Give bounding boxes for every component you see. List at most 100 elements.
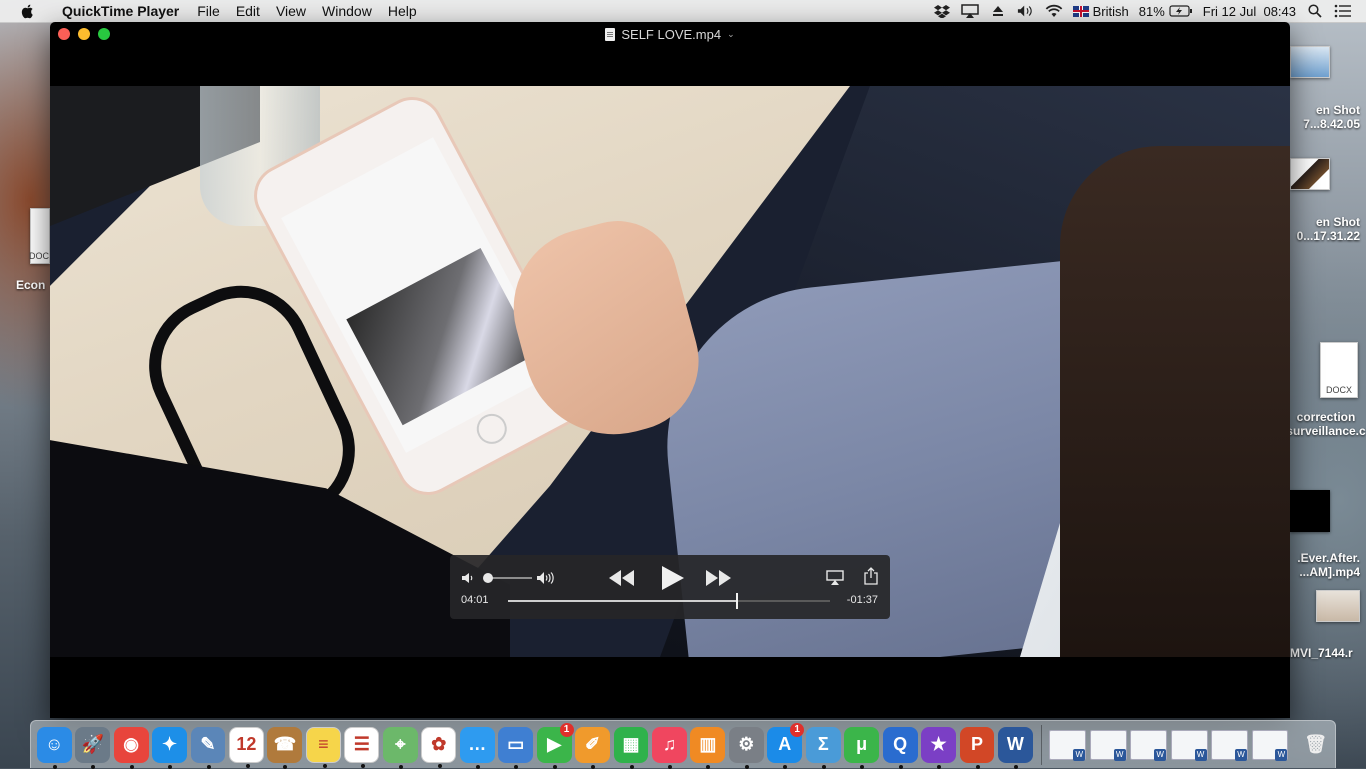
reminders-app-icon[interactable]: ☰ [344, 726, 380, 768]
desktop-screenshot-thumbnail-2[interactable] [1290, 158, 1330, 190]
scrubber-playhead[interactable] [735, 593, 738, 609]
desktop-video-thumbnail-2[interactable] [1316, 590, 1360, 622]
finder-app-glyph: ☺ [45, 734, 64, 754]
window-minimize-button[interactable] [78, 28, 90, 40]
desktop-item-label[interactable]: MVI_7144.r [1290, 646, 1366, 660]
desktop-item-label[interactable]: en Shot 0...17.31.22 [1280, 215, 1360, 243]
finder-app-icon[interactable]: ☺ [36, 726, 72, 769]
desktop-item-label[interactable]: .Ever.After. ...AM].mp4 [1280, 551, 1360, 579]
powerpoint-app-icon[interactable]: P [959, 726, 995, 769]
menu-bar-clock[interactable]: Fri 12 Jul 08:43 [1203, 4, 1296, 19]
safari-app-icon[interactable]: ✦ [152, 726, 187, 769]
rewind-button[interactable] [608, 567, 636, 589]
playback-controls-hud[interactable]: 04:01 -01:37 [450, 555, 890, 619]
battery-charging-icon [1169, 5, 1192, 17]
launchpad-app-icon[interactable]: 🚀 [75, 726, 111, 769]
quicktime-app-glyph: Q [893, 734, 908, 754]
menu-app-name[interactable]: QuickTime Player [54, 3, 189, 19]
facetime-app-icon[interactable]: ▶ 1 [536, 722, 574, 769]
volume-icon[interactable] [1017, 4, 1035, 18]
notification-center-icon[interactable] [1334, 4, 1352, 18]
dropbox-icon[interactable] [933, 4, 951, 18]
system-preferences-app-icon[interactable]: ⚙ [728, 726, 764, 769]
scrubber-track[interactable] [508, 593, 830, 609]
docx-file-icon[interactable]: DOCX [1320, 342, 1358, 398]
window-titlebar[interactable]: SELF LOVE.mp4 ⌄ [50, 22, 1290, 46]
scrubber-played [508, 600, 737, 602]
wifi-icon[interactable] [1045, 4, 1063, 18]
preview-app-icon[interactable]: ✎ [190, 726, 226, 769]
contacts-app-glyph: ☎ [273, 734, 297, 754]
desktop-video-thumbnail[interactable] [1290, 490, 1330, 532]
chevron-down-icon: ⌄ [727, 28, 735, 39]
running-indicator [322, 763, 327, 768]
minimized-window-thumbnail[interactable]: W [1089, 729, 1127, 761]
minimized-window-thumbnail[interactable]: W [1130, 729, 1168, 761]
word-badge-icon: W [1194, 748, 1207, 761]
spotlight-search-icon[interactable] [1306, 4, 1324, 18]
word-badge-icon: W [1113, 748, 1126, 761]
share-icon[interactable] [864, 567, 878, 585]
menu-bar-status-area: British 81% Fri 12 Jul 08:43 [933, 0, 1366, 22]
desktop-item-label[interactable]: en Shot 7...8.42.05 [1280, 103, 1360, 131]
eject-icon[interactable] [989, 4, 1007, 18]
menu-view[interactable]: View [268, 3, 314, 19]
window-fullscreen-button[interactable] [98, 28, 110, 40]
play-button[interactable] [660, 565, 686, 591]
menu-file[interactable]: File [189, 3, 228, 19]
utorrent-app-icon[interactable]: μ [844, 726, 880, 769]
notification-badge: 1 [559, 722, 574, 737]
word-badge-icon: W [1154, 748, 1167, 761]
word-app-icon[interactable]: W [997, 726, 1033, 769]
airplay-icon[interactable] [826, 569, 844, 585]
minimized-window-thumbnail[interactable]: W [1251, 729, 1289, 761]
volume-high-icon[interactable] [536, 571, 558, 585]
input-source-label: British [1092, 3, 1129, 19]
maps-app-icon[interactable]: ⌖ [382, 726, 418, 769]
airplay-display-icon[interactable] [960, 4, 979, 18]
chrome-app-glyph: ◉ [123, 734, 139, 754]
keynote-app-icon[interactable]: ▭ [498, 726, 534, 769]
keynote-app-glyph: ▭ [507, 734, 525, 754]
volume-low-icon[interactable] [460, 571, 476, 585]
chrome-app-icon[interactable]: ◉ [113, 726, 149, 769]
menu-edit[interactable]: Edit [228, 3, 268, 19]
pages-app-icon[interactable]: ✐ [575, 726, 611, 769]
trash-icon[interactable]: 🗑 [1298, 727, 1333, 763]
menu-help[interactable]: Help [380, 3, 425, 19]
minimized-window-thumbnail[interactable]: W [1170, 729, 1208, 761]
calendar-app-icon[interactable]: 12 [228, 726, 264, 768]
imovie-app-icon[interactable]: ★ [921, 726, 956, 769]
window-close-button[interactable] [58, 28, 70, 40]
desktop-item-label[interactable]: Econ [16, 278, 52, 292]
volume-slider-knob[interactable] [483, 573, 494, 583]
maps-app-glyph: ⌖ [395, 734, 406, 754]
numbers-app-icon[interactable]: ▦ [613, 726, 649, 769]
preview-app-glyph: ✎ [200, 734, 216, 754]
desktop-screenshot-thumbnail-1[interactable] [1290, 46, 1330, 78]
docx-file-type-label: DOCX [1325, 385, 1352, 395]
notes-app-glyph: ≡ [318, 734, 329, 754]
itunes-app-icon[interactable]: ♫ [652, 726, 687, 769]
input-source-indicator[interactable]: British [1072, 3, 1129, 19]
running-indicator [438, 763, 443, 768]
quicktime-app-icon[interactable]: Q [882, 726, 918, 769]
contacts-app-icon[interactable]: ☎ [267, 726, 303, 769]
notes-app-icon[interactable]: ≡ [305, 726, 341, 768]
minimized-window-thumbnail[interactable]: W [1049, 729, 1087, 761]
photos-app-icon[interactable]: ✿ [421, 726, 457, 768]
grapher-app-icon[interactable]: Σ [805, 726, 841, 769]
desktop-item-label[interactable]: correction surveillance.c [1286, 410, 1366, 438]
menu-window[interactable]: Window [314, 3, 380, 19]
ibooks-app-icon[interactable]: ▥ [690, 726, 726, 769]
app-store-app-icon[interactable]: A1 [767, 722, 805, 769]
window-title[interactable]: SELF LOVE.mp4 ⌄ [605, 27, 735, 42]
doc-file-icon-left[interactable]: DOC [29, 208, 50, 264]
running-indicator [361, 763, 366, 768]
messages-app-icon[interactable]: … [459, 726, 495, 769]
apple-menu-icon[interactable] [20, 3, 36, 19]
minimized-window-thumbnail[interactable]: W [1211, 729, 1248, 761]
launchpad-app-glyph: 🚀 [81, 734, 104, 754]
fast-forward-button[interactable] [704, 567, 732, 589]
battery-indicator[interactable]: 81% [1139, 4, 1193, 19]
